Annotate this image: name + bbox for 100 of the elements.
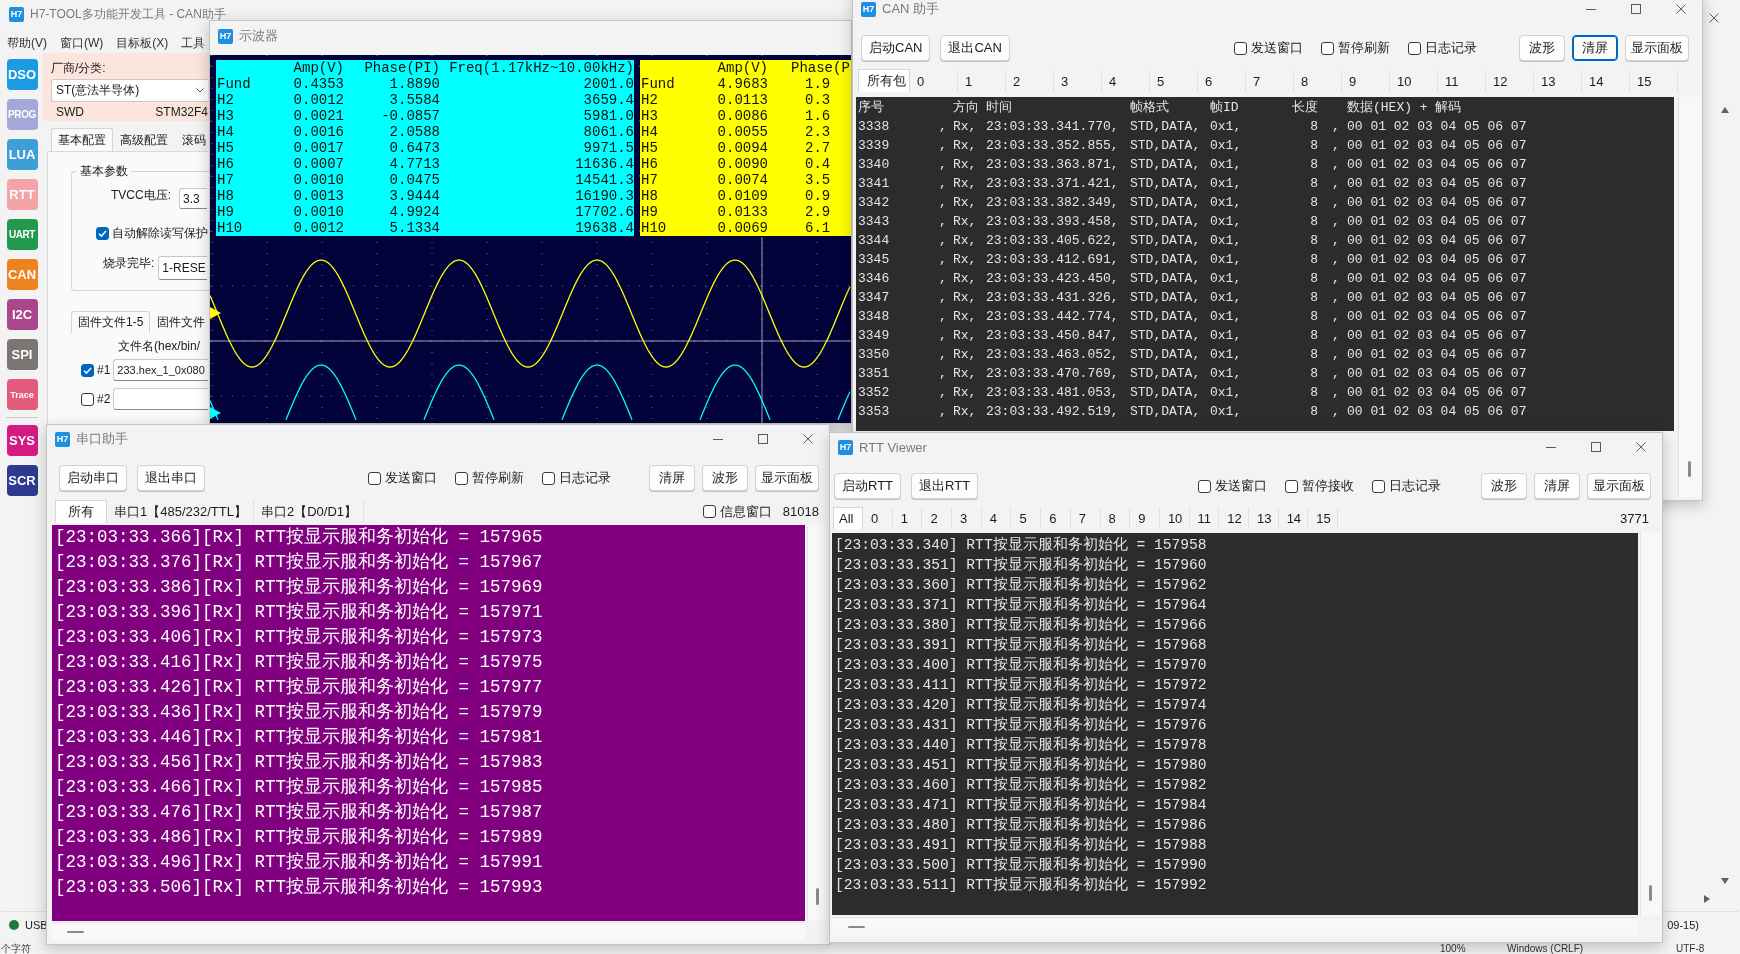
menu-item[interactable]: 帮助(V) bbox=[6, 34, 48, 52]
tab[interactable]: 14 bbox=[1582, 69, 1630, 92]
tab[interactable]: 固件文件1-5 bbox=[71, 311, 151, 333]
tab[interactable]: 0 bbox=[863, 507, 893, 529]
checkbox-icon[interactable] bbox=[96, 227, 109, 240]
checkbox-icon[interactable] bbox=[81, 363, 94, 377]
tab[interactable]: 13 bbox=[1248, 507, 1279, 529]
toolbar-button[interactable]: 启动CAN bbox=[861, 35, 931, 61]
checkbox[interactable]: 发送窗口 bbox=[1198, 477, 1267, 495]
tab[interactable]: 3 bbox=[952, 507, 982, 529]
tab[interactable]: 13 bbox=[1534, 69, 1582, 92]
toolbar-button[interactable]: 清屏 bbox=[649, 465, 695, 491]
scrollbar-thumb[interactable] bbox=[1649, 885, 1652, 901]
checkbox-icon[interactable] bbox=[1321, 41, 1334, 55]
sidebar-button[interactable]: I2C bbox=[6, 299, 38, 330]
tab[interactable]: 2 bbox=[1006, 69, 1054, 92]
checkbox[interactable]: 暂停刷新 bbox=[455, 469, 524, 487]
checkbox-icon[interactable] bbox=[1198, 479, 1211, 493]
scroll-right-icon[interactable] bbox=[1704, 895, 1710, 903]
checkbox[interactable]: 发送窗口 bbox=[368, 469, 437, 487]
tab[interactable]: 5 bbox=[1011, 507, 1042, 529]
scroll-up-icon[interactable] bbox=[1721, 107, 1729, 113]
toolbar-button[interactable]: 波形 bbox=[1519, 35, 1565, 61]
text-field[interactable]: 233.hex_1_0x080 bbox=[113, 359, 208, 381]
scrollbar-thumb[interactable] bbox=[67, 930, 84, 933]
tab[interactable]: 固件文件 bbox=[150, 311, 210, 333]
checkbox[interactable]: 自动解除读写保护 bbox=[96, 225, 208, 242]
tab[interactable]: 高级配置 bbox=[113, 128, 175, 151]
checkbox[interactable]: 日志记录 bbox=[542, 469, 611, 487]
toolbar-button[interactable]: 退出RTT bbox=[911, 473, 979, 499]
tab[interactable]: 基本配置 bbox=[51, 128, 113, 151]
maximize-icon[interactable] bbox=[1591, 442, 1601, 452]
tab[interactable]: 9 bbox=[1130, 507, 1160, 529]
checkbox-icon[interactable] bbox=[1285, 479, 1298, 493]
tab[interactable]: 11 bbox=[1189, 507, 1220, 529]
checkbox[interactable]: 信息窗口 bbox=[702, 502, 772, 521]
menu-item[interactable]: 工具 bbox=[180, 34, 207, 52]
tab[interactable]: 1 bbox=[958, 69, 1006, 92]
tab[interactable]: 4 bbox=[981, 507, 1012, 529]
minimize-icon[interactable] bbox=[1586, 8, 1596, 10]
toolbar-button[interactable]: 启动RTT bbox=[834, 473, 902, 499]
checkbox-icon[interactable] bbox=[1234, 41, 1247, 55]
scrollbar-thumb[interactable] bbox=[815, 888, 819, 905]
tab[interactable]: 10 bbox=[1390, 69, 1438, 92]
checkbox-icon[interactable] bbox=[81, 392, 94, 406]
checkbox[interactable]: 发送窗口 bbox=[1234, 39, 1303, 57]
toolbar-button[interactable]: 启动串口 bbox=[59, 465, 127, 491]
tab[interactable]: 所有 bbox=[55, 500, 107, 523]
tab[interactable]: 1 bbox=[892, 507, 923, 529]
menu-item[interactable]: 目标板(X) bbox=[115, 34, 170, 52]
checkbox[interactable]: #2 bbox=[81, 392, 111, 406]
close-icon[interactable] bbox=[803, 434, 813, 444]
close-icon[interactable] bbox=[1636, 442, 1646, 452]
tab[interactable]: All bbox=[833, 507, 863, 529]
checkbox-icon[interactable] bbox=[1372, 479, 1385, 493]
toolbar-button[interactable]: 波形 bbox=[1481, 473, 1527, 499]
minimize-icon[interactable] bbox=[713, 438, 723, 440]
minimize-icon[interactable] bbox=[1546, 446, 1556, 448]
checkbox-icon[interactable] bbox=[702, 505, 716, 518]
tab[interactable]: 11 bbox=[1438, 69, 1486, 92]
sidebar-button[interactable]: SCR bbox=[6, 465, 38, 496]
checkbox[interactable]: 日志记录 bbox=[1408, 39, 1477, 57]
sidebar-button[interactable]: SPI bbox=[6, 339, 38, 370]
tab[interactable]: 12 bbox=[1486, 69, 1534, 92]
tab[interactable]: 7 bbox=[1246, 69, 1294, 92]
tab[interactable]: 12 bbox=[1219, 507, 1249, 529]
checkbox-icon[interactable] bbox=[542, 471, 555, 485]
tab[interactable]: 滚码 bbox=[175, 128, 210, 151]
sidebar-button[interactable]: UART bbox=[6, 219, 38, 250]
toolbar-button[interactable]: 显示面板 bbox=[755, 465, 819, 491]
tab[interactable]: 7 bbox=[1070, 507, 1101, 529]
checkbox[interactable]: 日志记录 bbox=[1372, 477, 1441, 495]
text-field[interactable]: 3.3 bbox=[179, 188, 207, 209]
tab[interactable]: 15 bbox=[1630, 69, 1678, 92]
text-field[interactable] bbox=[113, 388, 208, 410]
toolbar-button[interactable]: 清屏 bbox=[1572, 35, 1618, 61]
sidebar-button[interactable]: SYS bbox=[6, 425, 38, 456]
tab[interactable]: 8 bbox=[1294, 69, 1342, 92]
dropdown[interactable]: ST(意法半导体) bbox=[51, 79, 208, 102]
menu-item[interactable]: 窗口(W) bbox=[59, 34, 105, 52]
close-icon[interactable] bbox=[1676, 4, 1686, 14]
tab[interactable]: 8 bbox=[1100, 507, 1131, 529]
checkbox[interactable]: 暂停刷新 bbox=[1321, 39, 1390, 57]
scroll-down-icon[interactable] bbox=[1721, 878, 1729, 884]
scrollbar-thumb[interactable] bbox=[1688, 461, 1691, 477]
checkbox-icon[interactable] bbox=[1408, 41, 1421, 55]
toolbar-button[interactable]: 退出串口 bbox=[137, 465, 205, 491]
dropdown[interactable]: 1-RESE bbox=[158, 256, 207, 280]
tab[interactable]: 5 bbox=[1150, 69, 1198, 92]
tab[interactable]: 2 bbox=[922, 507, 953, 529]
tab[interactable]: 6 bbox=[1198, 69, 1246, 92]
toolbar-button[interactable]: 显示面板 bbox=[1625, 35, 1689, 61]
tab[interactable]: 14 bbox=[1278, 507, 1309, 529]
checkbox-icon[interactable] bbox=[368, 471, 381, 485]
maximize-icon[interactable] bbox=[1631, 4, 1641, 14]
toolbar-button[interactable]: 清屏 bbox=[1534, 473, 1580, 499]
tab[interactable]: 4 bbox=[1102, 69, 1150, 92]
tab[interactable]: 15 bbox=[1308, 507, 1338, 529]
tab[interactable]: 10 bbox=[1159, 507, 1190, 529]
toolbar-button[interactable]: 退出CAN bbox=[940, 35, 1010, 61]
